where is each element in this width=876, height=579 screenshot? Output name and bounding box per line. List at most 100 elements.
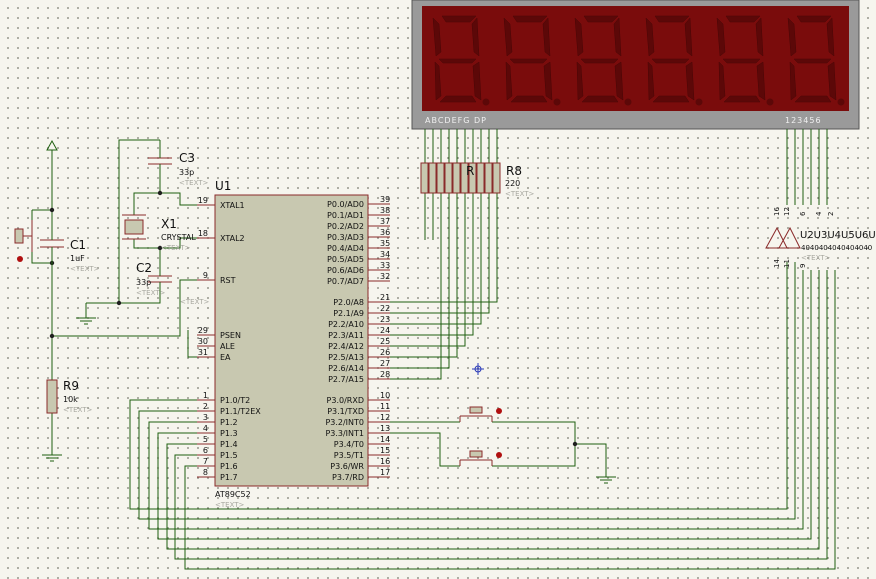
mcu-pin-number: 24: [380, 326, 390, 335]
r9-value: 10k: [63, 395, 78, 404]
mcu-pin-name: PSEN: [220, 331, 241, 340]
driver-pin-number: 16: [773, 207, 781, 216]
mcu-pin-number: 19: [198, 196, 208, 205]
x1-ref: X1: [161, 217, 177, 231]
capacitor-c1[interactable]: C1 1uF <TEXT>: [40, 225, 100, 273]
mcu-pin-name: P2.5/A13: [328, 353, 364, 362]
mcu-pin-number: 15: [380, 446, 390, 455]
mcu-pin-number: 23: [380, 315, 390, 324]
push-button-int0[interactable]: [459, 406, 502, 422]
mcu-pin-number: 2: [203, 402, 208, 411]
driver-pin-number: 6: [799, 211, 807, 216]
rn-ref: R8: [506, 164, 522, 178]
resistor-element: [452, 162, 461, 194]
x1-text: <TEXT>: [161, 244, 191, 252]
mcu-pin-name: P1.2: [220, 418, 238, 427]
mcu-pin-number: 14: [380, 435, 390, 444]
mcu-pin-name: P1.0/T2: [220, 396, 250, 405]
mcu-pin-number: 16: [380, 457, 390, 466]
resistor-element: [444, 162, 453, 194]
mcu-pin-number: 8: [203, 468, 208, 477]
mcu-pin-name: P0.4/AD4: [327, 244, 364, 253]
driver-labels: U2U3U4U5U6U7: [800, 230, 876, 241]
mcu-pin-number: 1: [203, 391, 208, 400]
display-digit-labels: 123456: [785, 116, 822, 125]
mcu-pin-name: P2.7/A15: [328, 375, 364, 384]
mcu-pin-number: 9: [203, 271, 208, 280]
driver-pin-number: 11: [783, 259, 791, 268]
driver-text: <TEXT>: [801, 254, 831, 262]
driver-pin-number: 2: [827, 212, 835, 216]
seven-segment-display[interactable]: ABCDEFG DP 123456: [411, 0, 860, 130]
resistor-element: [476, 162, 485, 194]
mcu-pin-name: P1.1/T2EX: [220, 407, 261, 416]
mcu-pin-number: 25: [380, 337, 390, 346]
rn-value: 220: [505, 179, 520, 188]
resistor-r9[interactable]: R9 10k <TEXT>: [46, 379, 93, 414]
mcu-pin-name: XTAL2: [220, 234, 245, 243]
mcu-pin-name: P3.6/WR: [330, 462, 364, 471]
mcu-pin-number: 28: [380, 370, 390, 379]
mcu-pin-number: 32: [380, 272, 390, 281]
mcu-pin-name: XTAL1: [220, 201, 245, 210]
mcu-pin-number: 37: [380, 217, 390, 226]
mcu-pin-name: P3.4/T0: [334, 440, 364, 449]
c3-ref: C3: [179, 151, 195, 165]
mcu-pin-number: 30: [198, 337, 208, 346]
capacitor-c3[interactable]: C3 33p <TEXT>: [148, 140, 209, 187]
driver-pin-number: 12: [783, 207, 791, 216]
mcu-pin-name: P0.7/AD7: [327, 277, 364, 286]
c3-text: <TEXT>: [179, 179, 209, 187]
driver-pin-number: 9: [799, 264, 807, 268]
mcu-pin-name: P2.0/A8: [333, 298, 364, 307]
mcu-pin-number: 5: [203, 435, 208, 444]
wires: [31, 129, 836, 570]
driver-pin-number: 4: [815, 211, 823, 216]
power-terminal: [46, 139, 58, 151]
mcu-pin-number: 12: [380, 413, 390, 422]
mcu-pin-name: P1.3: [220, 429, 238, 438]
mcu-pin-name: P3.2/INT0: [325, 418, 364, 427]
mcu-text-placeholder-2: <TEXT>: [180, 298, 210, 306]
r9-text: <TEXT>: [63, 406, 93, 414]
resistor-array-bodies: [420, 162, 501, 194]
c1-value: 1uF: [70, 254, 85, 263]
reset-button[interactable]: [14, 220, 33, 262]
mcu-pin-number: 11: [380, 402, 390, 411]
mcu-part: AT89C52: [215, 490, 251, 499]
mcu-at89c52[interactable]: 19 XTAL1 18 XTAL2 9 RST 29 PSEN 30 ALE 31 EA 1 P1.0/T…: [180, 179, 390, 509]
resistor-element: [492, 162, 501, 194]
mcu-pin-name: P3.7/RD: [332, 473, 364, 482]
schematic-canvas: ABCDEFG DP 123456 19XTAL118XTAL29RST29PS…: [14, 0, 876, 570]
mcu-pin-number: 4: [203, 424, 208, 433]
mcu-pin-name: P2.2/A10: [328, 320, 364, 329]
digit-drivers[interactable]: 16 12 6 4 2 14 11 9 U2U3U4U5U6U7 40404040404040…: [765, 207, 876, 268]
capacitor-c2[interactable]: C2 33p <TEXT>: [136, 261, 172, 297]
c2-value: 33p: [136, 278, 151, 287]
mcu-pin-number: 6: [203, 446, 208, 455]
mcu-pin-number: 38: [380, 206, 390, 215]
mcu-pin-number: 27: [380, 359, 390, 368]
mcu-pin-name: P3.1/TXD: [327, 407, 364, 416]
c2-text: <TEXT>: [136, 289, 166, 297]
push-button-int1[interactable]: [459, 450, 502, 466]
resistor-array-r8[interactable]: R R8 220 <TEXT>: [420, 162, 535, 198]
mcu-ref: U1: [215, 179, 231, 193]
mcu-pin-number: 10: [380, 391, 390, 400]
driver-values: 4040404040404040: [801, 244, 872, 252]
crosshair-cursor-icon[interactable]: [472, 363, 484, 375]
mcu-pin-name: P2.6/A14: [328, 364, 364, 373]
c1-ref: C1: [70, 238, 86, 252]
mcu-pin-number: 36: [380, 228, 390, 237]
mcu-pin-number: 34: [380, 250, 390, 259]
mcu-pin-number: 35: [380, 239, 390, 248]
display-segment-labels: ABCDEFG DP: [425, 116, 487, 125]
rn-text: <TEXT>: [505, 190, 535, 198]
resistor-element: [428, 162, 437, 194]
mcu-pin-name: P1.4: [220, 440, 238, 449]
mcu-pin-number: 33: [380, 261, 390, 270]
mcu-pin-number: 18: [198, 229, 208, 238]
mcu-pin-name: P1.5: [220, 451, 238, 460]
mcu-pin-number: 26: [380, 348, 390, 357]
mcu-pin-name: P0.2/AD2: [327, 222, 364, 231]
